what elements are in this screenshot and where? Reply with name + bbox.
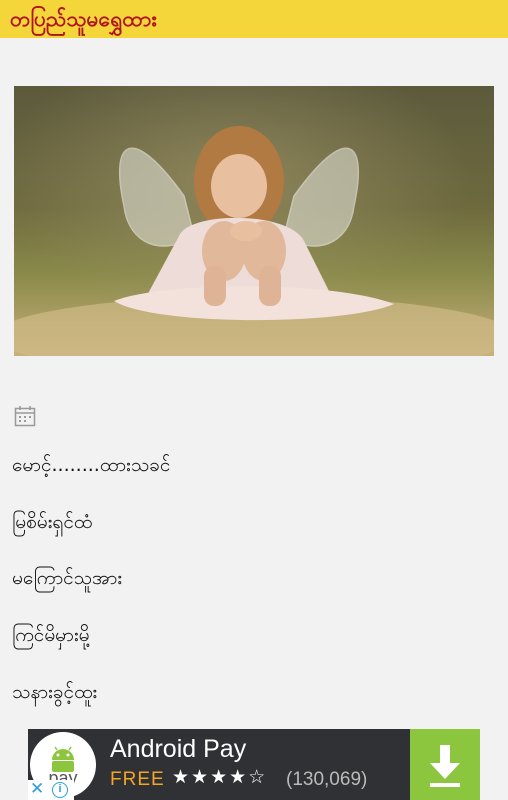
info-icon[interactable]: i [52,782,68,798]
close-icon[interactable]: ✕ [30,779,44,799]
poem-line: မကြောင်သူအား [12,567,123,589]
app-header: တပြည်သူမရွှေထား [0,0,508,38]
post-image [14,86,494,356]
ad-rating-stars: ★★★★☆ [172,766,268,788]
poem-line: မြစိမ်းရှင်ထံ [12,511,93,533]
poem-line: သနားခွင့်ထူး [12,681,98,703]
poem-line: မောင့်........ထားသခင် [12,454,171,476]
ad-banner[interactable]: pay Android Pay FREE ★★★★☆ (130,069) [28,729,480,800]
calendar-icon [14,405,36,427]
ad-price: FREE [110,769,165,790]
ad-rating-count: (130,069) [286,769,368,790]
ad-app-name: Android Pay [110,735,247,763]
page-title: တပြည်သူမရွှေထား [10,7,157,31]
download-icon [430,745,460,787]
ad-download-button[interactable] [410,729,480,800]
adchoices-badge[interactable]: ✕ i [28,779,74,800]
poem-line: ကြင်မိမှားမို့ [12,624,90,646]
